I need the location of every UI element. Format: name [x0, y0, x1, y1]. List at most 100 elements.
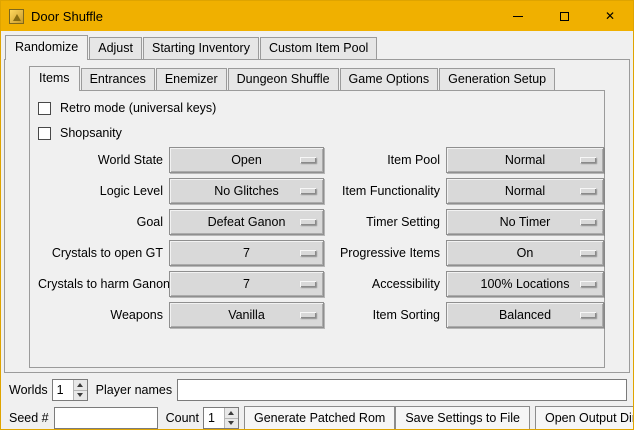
- spin-up-icon[interactable]: [225, 408, 238, 418]
- retro-mode-checkbox[interactable]: [38, 102, 51, 115]
- dropdown-indicator-icon: [300, 312, 316, 318]
- tab-custom-item-pool[interactable]: Custom Item Pool: [260, 37, 377, 59]
- world-state-dropdown[interactable]: Open: [169, 147, 324, 173]
- secondary-tab-bar: Items Entrances Enemizer Dungeon Shuffle…: [29, 63, 605, 90]
- spin-down-icon[interactable]: [225, 418, 238, 429]
- tab-enemizer[interactable]: Enemizer: [156, 68, 227, 90]
- crystals-open-gt-label: Crystals to open GT: [38, 246, 163, 260]
- crystals-harm-ganon-dropdown[interactable]: 7: [169, 271, 324, 297]
- progressive-items-dropdown[interactable]: On: [446, 240, 604, 266]
- maximize-icon: [560, 12, 569, 21]
- tab-game-options[interactable]: Game Options: [340, 68, 439, 90]
- tab-items[interactable]: Items: [29, 66, 80, 91]
- player-names-label: Player names: [96, 383, 172, 397]
- accessibility-dropdown[interactable]: 100% Locations: [446, 271, 604, 297]
- tab-dungeon-shuffle[interactable]: Dungeon Shuffle: [228, 68, 339, 90]
- worlds-spinner-arrows: [73, 380, 87, 400]
- items-pane: Retro mode (universal keys) Shopsanity W…: [29, 90, 605, 368]
- world-state-label: World State: [38, 153, 163, 167]
- item-pool-dropdown[interactable]: Normal: [446, 147, 604, 173]
- weapons-dropdown[interactable]: Vanilla: [169, 302, 324, 328]
- item-sorting-label: Item Sorting: [330, 308, 440, 322]
- crystals-open-gt-value: 7: [243, 246, 250, 260]
- goal-dropdown[interactable]: Defeat Ganon: [169, 209, 324, 235]
- open-output-directory-button[interactable]: Open Output Directory: [535, 406, 634, 430]
- item-pool-value: Normal: [505, 153, 545, 167]
- count-spinner-arrows: [224, 408, 238, 428]
- window-title: Door Shuffle: [31, 9, 103, 24]
- generate-patched-rom-button[interactable]: Generate Patched Rom: [244, 406, 395, 430]
- minimize-button[interactable]: [495, 1, 541, 31]
- timer-setting-dropdown[interactable]: No Timer: [446, 209, 604, 235]
- tab-adjust[interactable]: Adjust: [89, 37, 142, 59]
- item-sorting-dropdown[interactable]: Balanced: [446, 302, 604, 328]
- weapons-label: Weapons: [38, 308, 163, 322]
- timer-setting-value: No Timer: [500, 215, 551, 229]
- count-input[interactable]: [204, 408, 224, 428]
- tab-generation-setup[interactable]: Generation Setup: [439, 68, 555, 90]
- dropdown-indicator-icon: [300, 250, 316, 256]
- dropdown-indicator-icon: [580, 250, 596, 256]
- progressive-items-label: Progressive Items: [330, 246, 440, 260]
- setting-row: Logic Level No Glitches Item Functionali…: [38, 178, 604, 204]
- player-names-input[interactable]: [177, 379, 627, 401]
- maximize-button[interactable]: [541, 1, 587, 31]
- setting-row: Crystals to harm Ganon 7 Accessibility 1…: [38, 271, 604, 297]
- randomize-pane: Items Entrances Enemizer Dungeon Shuffle…: [4, 59, 630, 373]
- spin-down-icon[interactable]: [74, 390, 87, 401]
- tab-starting-inventory[interactable]: Starting Inventory: [143, 37, 259, 59]
- primary-tab-bar: Randomize Adjust Starting Inventory Cust…: [1, 31, 633, 59]
- dropdown-indicator-icon: [580, 312, 596, 318]
- close-button[interactable]: ✕: [587, 1, 633, 31]
- save-settings-button[interactable]: Save Settings to File: [395, 406, 530, 430]
- minimize-icon: [513, 16, 523, 17]
- logic-level-dropdown[interactable]: No Glitches: [169, 178, 324, 204]
- shopsanity-checkbox[interactable]: [38, 127, 51, 140]
- retro-mode-row: Retro mode (universal keys): [38, 97, 604, 119]
- setting-row: World State Open Item Pool Normal: [38, 147, 604, 173]
- accessibility-label: Accessibility: [330, 277, 440, 291]
- progressive-items-value: On: [517, 246, 534, 260]
- logic-level-label: Logic Level: [38, 184, 163, 198]
- tab-randomize[interactable]: Randomize: [5, 35, 88, 60]
- worlds-spinner: [52, 379, 88, 401]
- footer: Worlds Player names Seed # Count: [1, 373, 633, 430]
- dropdown-indicator-icon: [300, 188, 316, 194]
- item-functionality-dropdown[interactable]: Normal: [446, 178, 604, 204]
- goal-value: Defeat Ganon: [208, 215, 286, 229]
- dropdown-indicator-icon: [580, 188, 596, 194]
- dropdown-indicator-icon: [580, 157, 596, 163]
- crystals-harm-ganon-value: 7: [243, 277, 250, 291]
- spin-up-icon[interactable]: [74, 380, 87, 390]
- dropdown-indicator-icon: [580, 281, 596, 287]
- setting-row: Goal Defeat Ganon Timer Setting No Timer: [38, 209, 604, 235]
- setting-row: Weapons Vanilla Item Sorting Balanced: [38, 302, 604, 328]
- shopsanity-row: Shopsanity: [38, 122, 604, 144]
- retro-mode-label: Retro mode (universal keys): [60, 101, 216, 115]
- shopsanity-label: Shopsanity: [60, 126, 122, 140]
- triforce-icon: [13, 14, 21, 21]
- tab-entrances[interactable]: Entrances: [81, 68, 155, 90]
- weapons-value: Vanilla: [228, 308, 265, 322]
- crystals-open-gt-dropdown[interactable]: 7: [169, 240, 324, 266]
- timer-setting-label: Timer Setting: [330, 215, 440, 229]
- app-window: Door Shuffle ✕ Randomize Adjust Starting…: [0, 0, 634, 430]
- logic-level-value: No Glitches: [214, 184, 279, 198]
- count-label: Count: [166, 411, 199, 425]
- seed-input[interactable]: [54, 407, 158, 429]
- titlebar[interactable]: Door Shuffle ✕: [1, 1, 633, 31]
- item-functionality-value: Normal: [505, 184, 545, 198]
- dropdown-indicator-icon: [580, 219, 596, 225]
- window-controls: ✕: [495, 1, 633, 31]
- app-icon: [9, 9, 24, 24]
- worlds-row: Worlds Player names: [9, 378, 627, 402]
- item-functionality-label: Item Functionality: [330, 184, 440, 198]
- secondary-notebook: Items Entrances Enemizer Dungeon Shuffle…: [29, 63, 605, 368]
- seed-label: Seed #: [9, 411, 49, 425]
- close-icon: ✕: [605, 10, 615, 22]
- item-sorting-value: Balanced: [499, 308, 551, 322]
- dropdown-indicator-icon: [300, 281, 316, 287]
- worlds-input[interactable]: [53, 380, 73, 400]
- setting-row: Crystals to open GT 7 Progressive Items …: [38, 240, 604, 266]
- seed-row: Seed # Count Generate Patched Rom Save S…: [9, 406, 627, 430]
